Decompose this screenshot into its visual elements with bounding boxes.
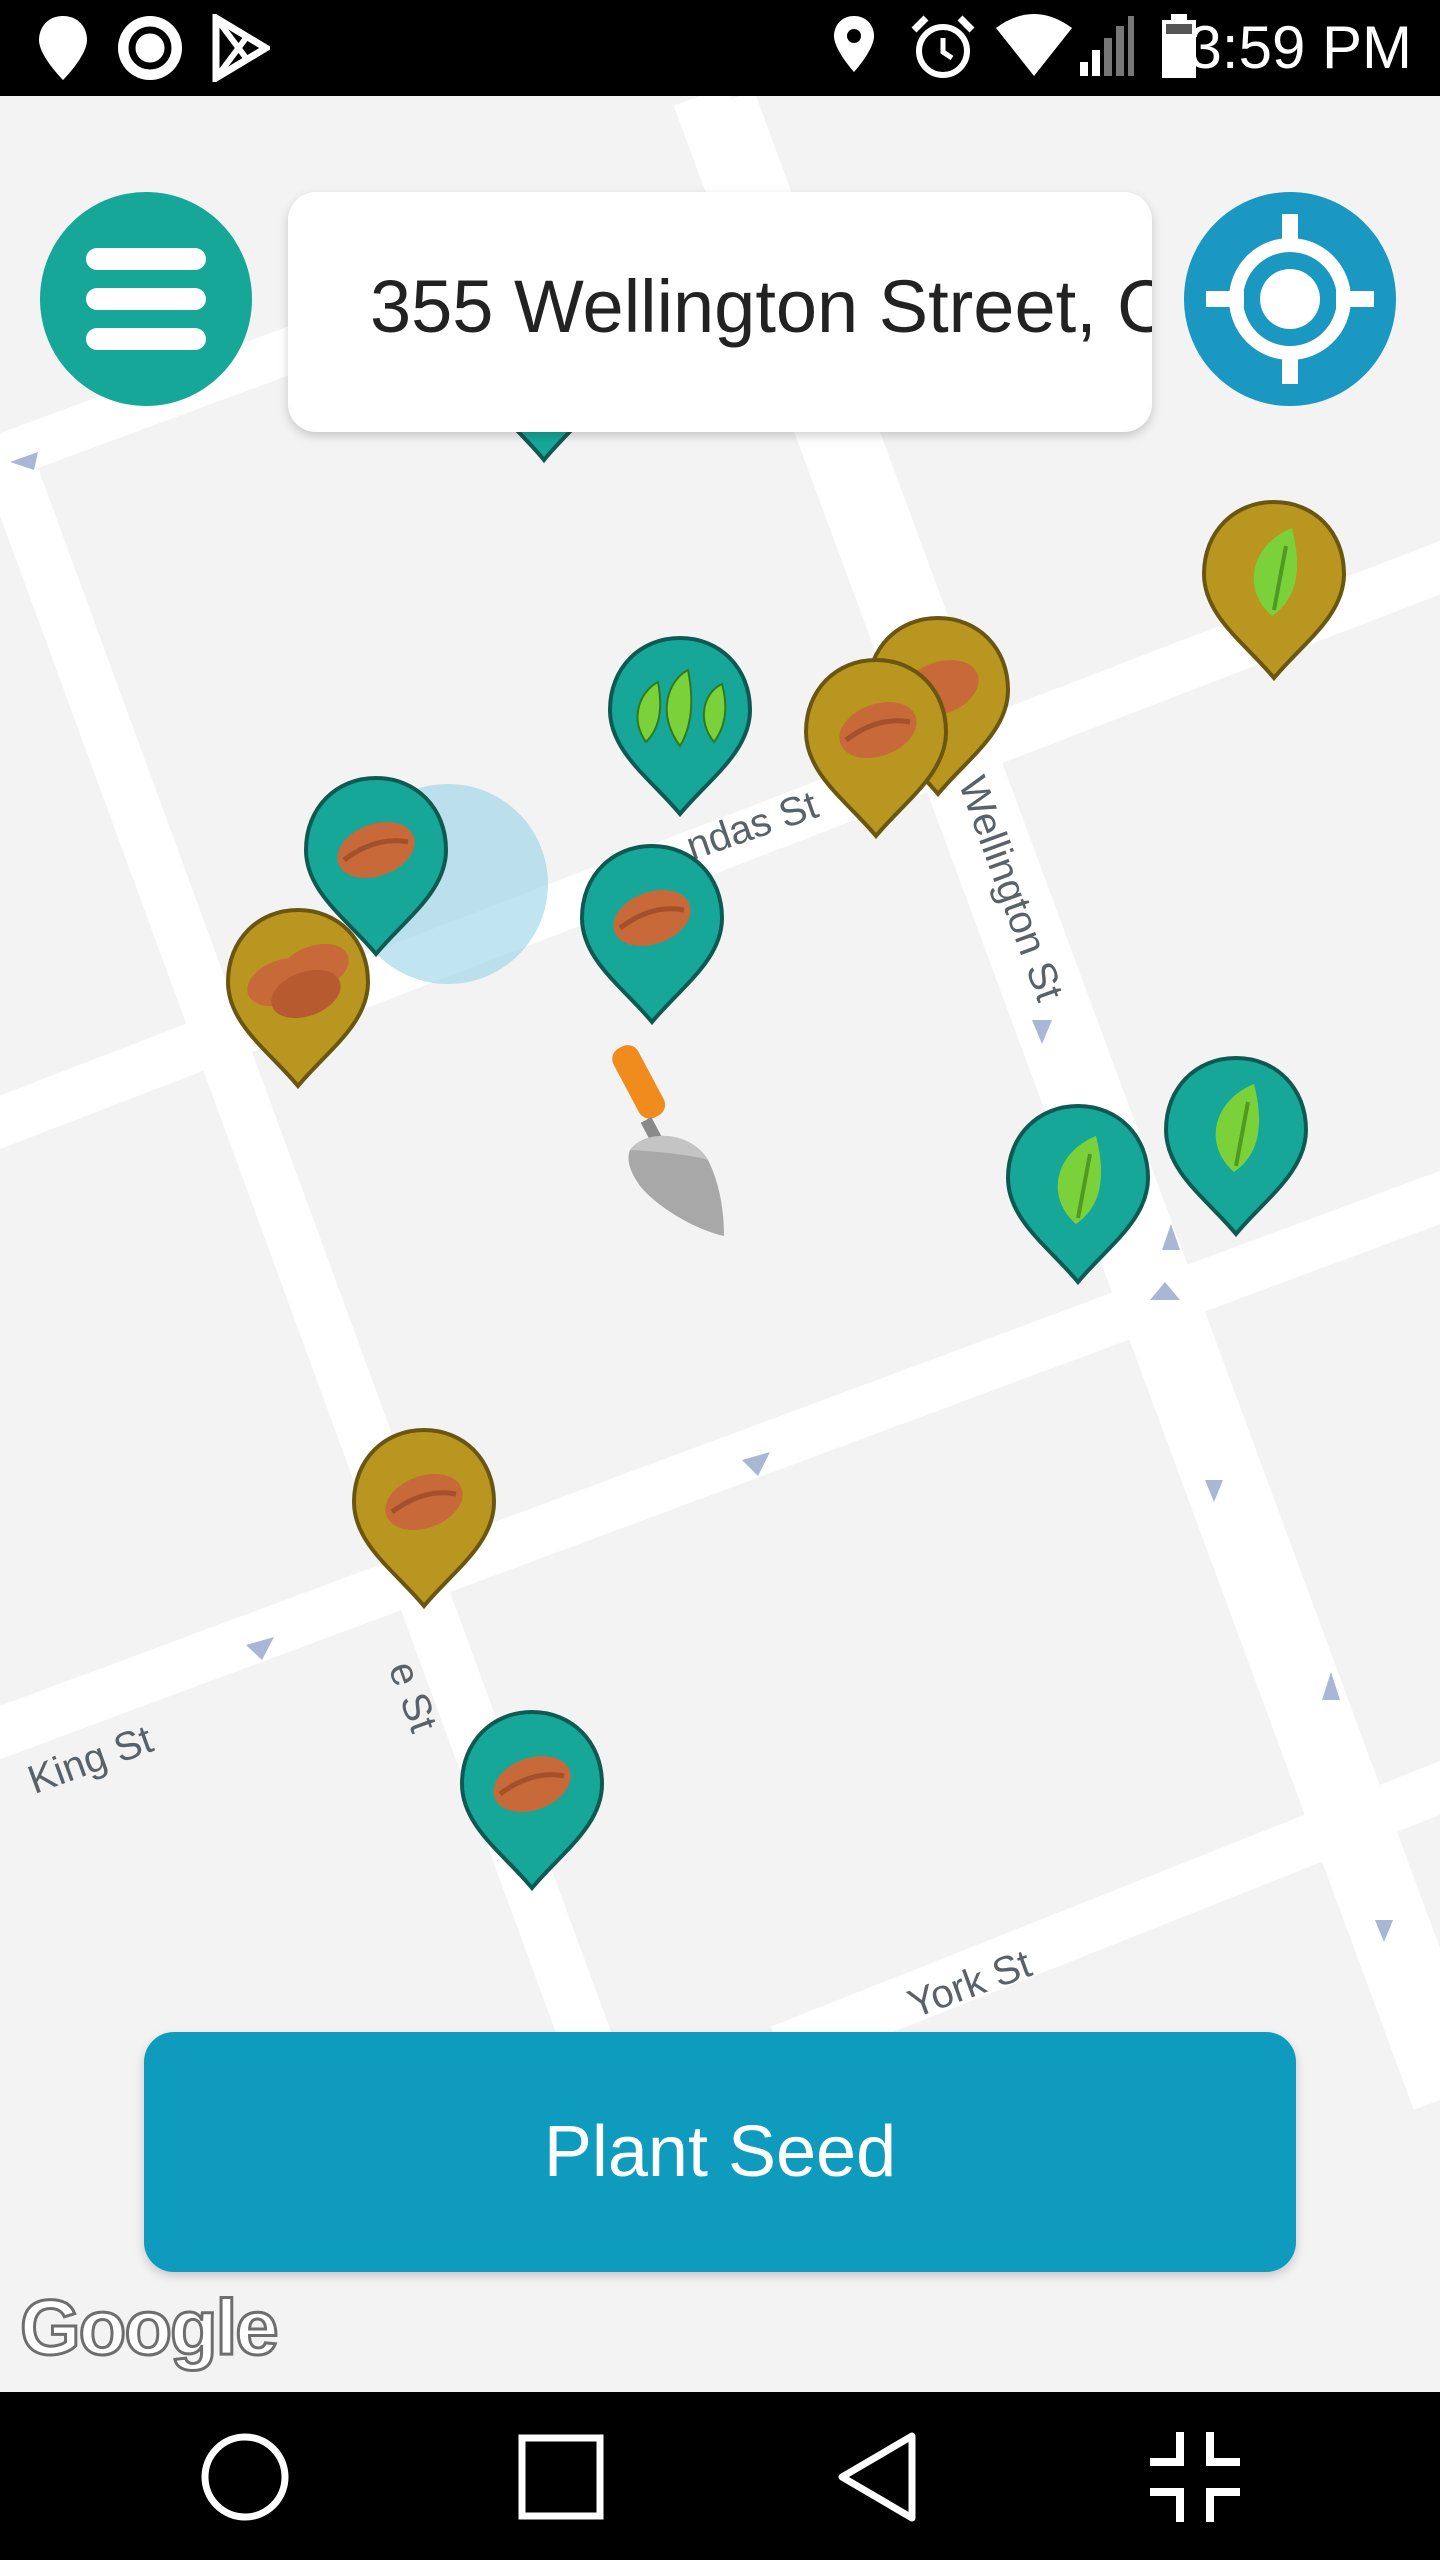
marker-pin xyxy=(1163,1055,1309,1238)
marker-pin xyxy=(1005,1103,1151,1286)
pocketcasts-icon xyxy=(118,16,182,80)
plant-seed-button[interactable]: Plant Seed xyxy=(144,2032,1296,2272)
play-store-icon xyxy=(212,14,270,82)
hamburger-icon xyxy=(86,248,206,270)
marker-gold-leaf[interactable] xyxy=(1200,498,1348,682)
search-input[interactable]: 355 Wellington Street, O xyxy=(288,192,1152,432)
menu-button[interactable] xyxy=(40,192,252,406)
location-icon xyxy=(834,16,874,72)
wifi-icon xyxy=(996,14,1072,76)
trowel-icon[interactable] xyxy=(596,1040,746,1240)
marker-pin xyxy=(1201,499,1347,682)
marker-teal-leaf[interactable] xyxy=(1162,1054,1310,1238)
marker-gold-seed[interactable] xyxy=(802,656,950,840)
marker-gold-double-seed[interactable] xyxy=(224,906,372,1090)
marker-teal-plant[interactable] xyxy=(606,634,754,818)
hamburger-icon-bar xyxy=(86,288,206,310)
location-pin-icon xyxy=(39,16,87,80)
marker-teal-seed[interactable] xyxy=(458,1708,606,1892)
fullscreen-exit-icon[interactable] xyxy=(1140,2422,1250,2532)
crosshair-icon xyxy=(1206,214,1374,384)
marker-gold-seed[interactable] xyxy=(350,1426,498,1610)
marker-teal-seed[interactable] xyxy=(578,842,726,1026)
recents-square-icon[interactable] xyxy=(506,2422,616,2532)
my-location-button[interactable] xyxy=(1184,192,1396,406)
marker-pin xyxy=(459,1709,605,1892)
status-bar: 3:59 PM xyxy=(0,0,1440,96)
marker-pin xyxy=(579,843,725,1026)
alarm-icon xyxy=(911,15,975,78)
search-input-value: 355 Wellington Street, O xyxy=(370,265,1152,348)
marker-pin xyxy=(803,657,949,840)
navigation-bar xyxy=(0,2392,1440,2560)
hamburger-icon-bar xyxy=(86,328,206,350)
marker-pin xyxy=(607,635,753,818)
signal-icon xyxy=(1080,16,1134,76)
marker-pin xyxy=(351,1427,497,1610)
back-triangle-icon[interactable] xyxy=(824,2422,934,2532)
home-circle-icon[interactable] xyxy=(190,2422,300,2532)
marker-pin xyxy=(225,907,371,1090)
google-attribution: Google xyxy=(19,2282,281,2373)
clock: 3:59 PM xyxy=(1188,14,1412,81)
marker-teal-leaf[interactable] xyxy=(1004,1102,1152,1286)
